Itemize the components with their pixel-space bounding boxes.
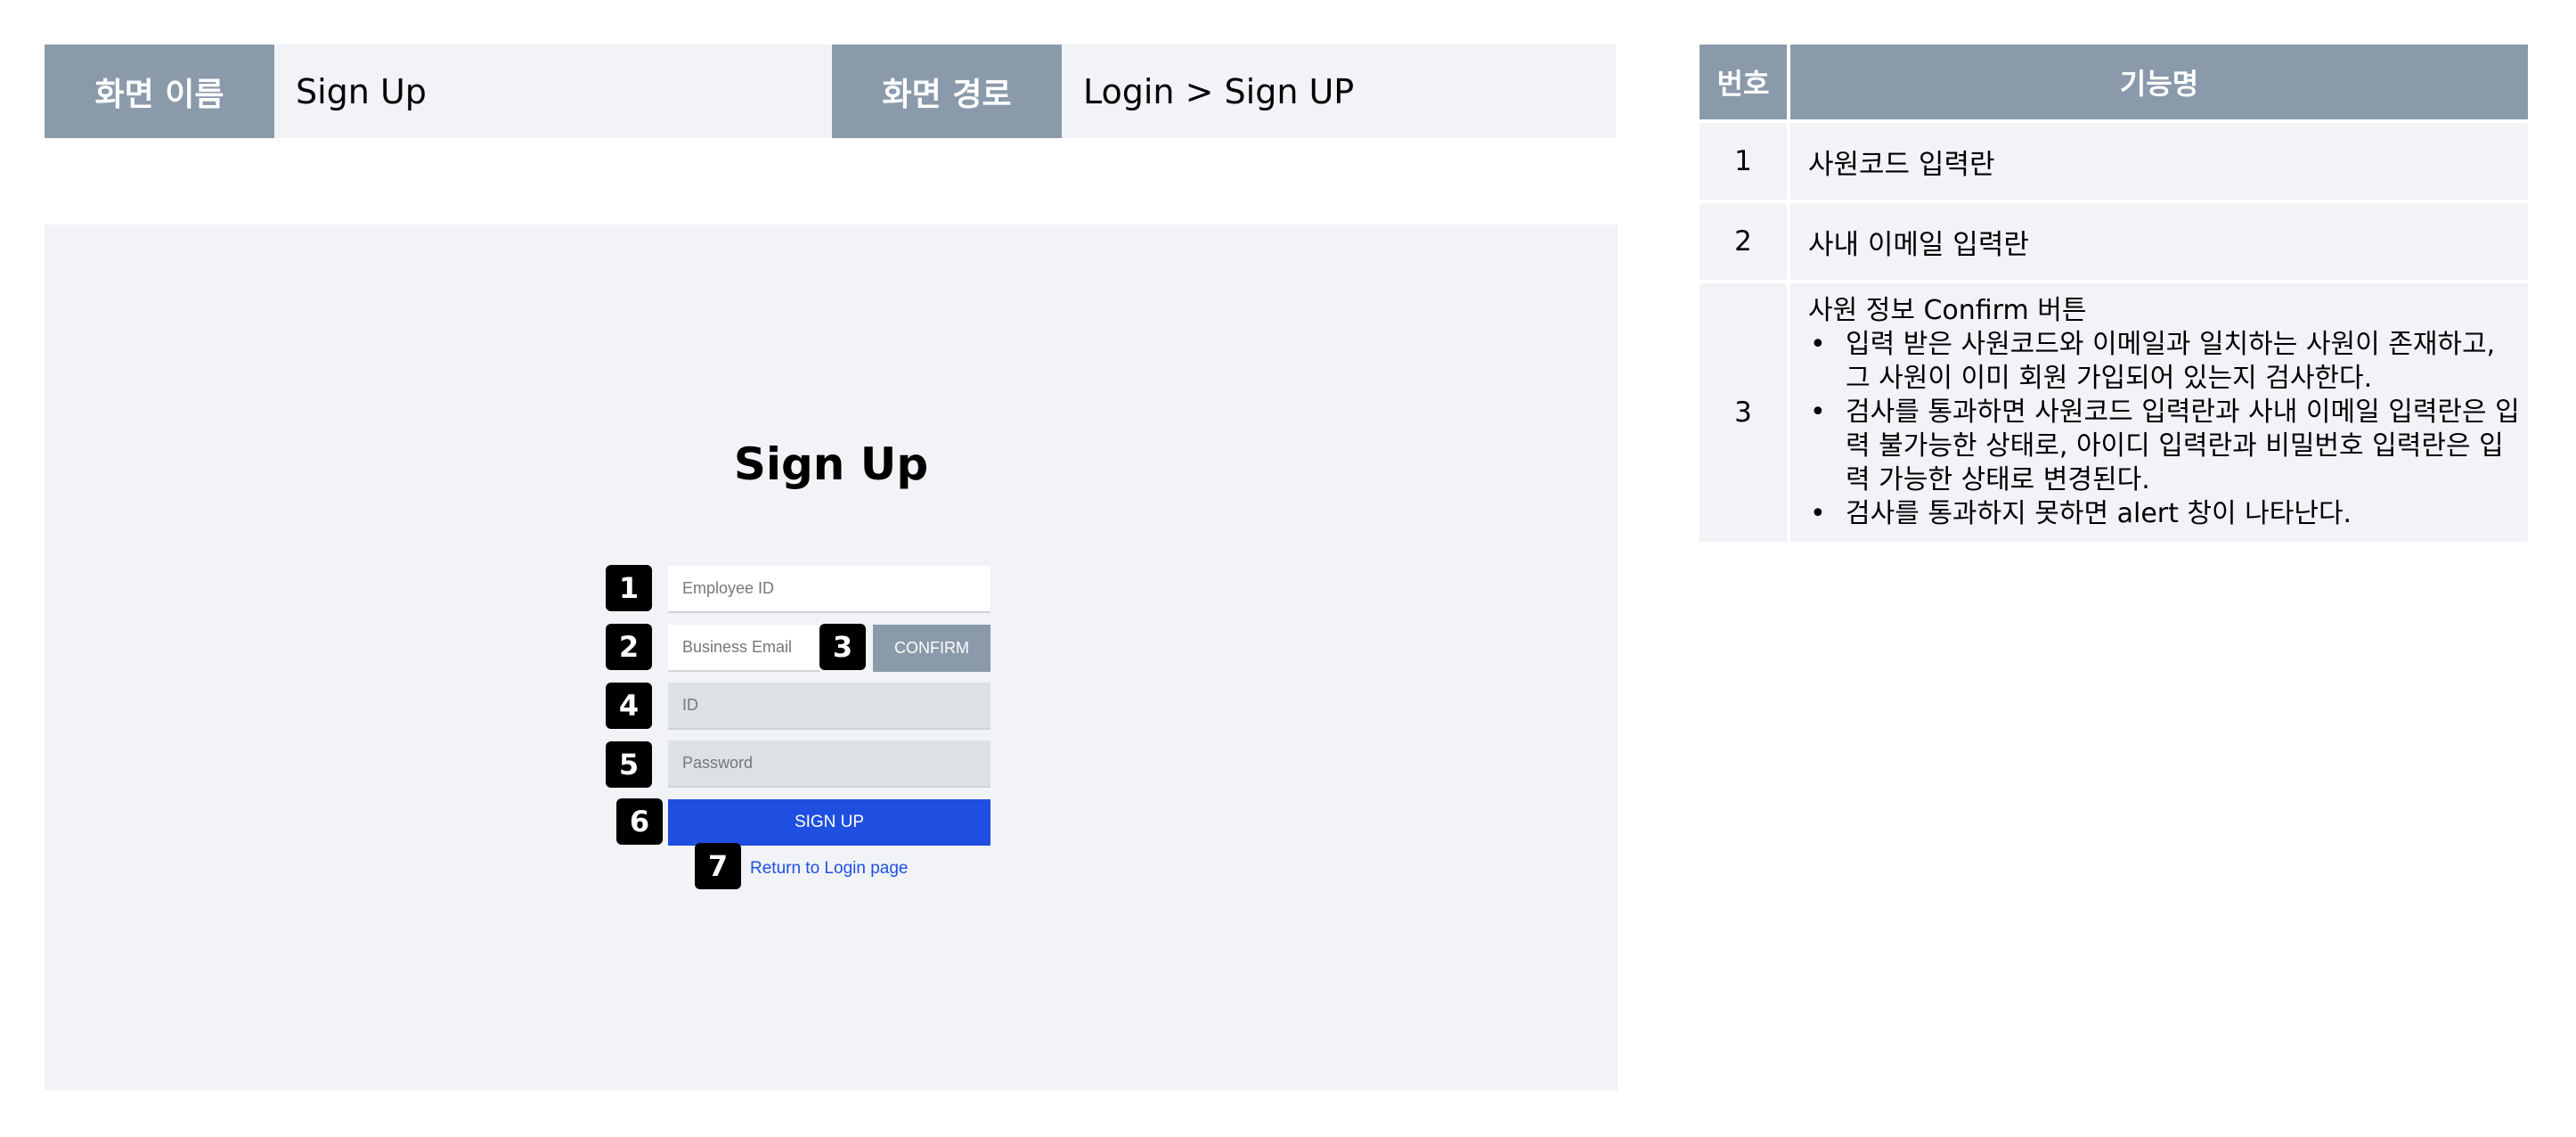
marker-7: 7 — [695, 843, 741, 889]
screen-name-value: Sign Up — [274, 45, 832, 138]
description-bullet: 검사를 통과하지 못하면 alert 창이 나타난다. — [1808, 497, 2528, 531]
row-function-description: 사원 정보 Confirm 버튼 입력 받은 사원코드와 이메일과 일치하는 사… — [1790, 283, 2528, 542]
marker-4: 4 — [606, 683, 652, 729]
marker-3: 3 — [819, 624, 866, 670]
col-header-number: 번호 — [1700, 45, 1787, 119]
id-input[interactable]: ID — [668, 683, 990, 730]
table-row: 3 사원 정보 Confirm 버튼 입력 받은 사원코드와 이메일과 일치하는… — [1700, 283, 2528, 542]
table-header: 번호 기능명 — [1700, 45, 2528, 119]
row-function-name: 사원코드 입력란 — [1790, 123, 2528, 200]
signup-mockup-canvas: Sign Up Employee ID Business Email CONFI… — [45, 225, 1618, 1091]
business-email-input[interactable]: Business Email — [668, 625, 819, 672]
row-number: 3 — [1700, 283, 1787, 542]
marker-6: 6 — [616, 798, 663, 845]
signup-button[interactable]: SIGN UP — [668, 799, 990, 846]
table-row: 1 사원코드 입력란 — [1700, 123, 2528, 200]
row-number: 2 — [1700, 203, 1787, 280]
description-bullets: 입력 받은 사원코드와 이메일과 일치하는 사원이 존재하고, 그 사원이 이미… — [1808, 328, 2528, 531]
marker-5: 5 — [606, 741, 652, 788]
description-bullet: 검사를 통과하면 사원코드 입력란과 사내 이메일 입력란은 입력 불가능한 상… — [1808, 396, 2528, 497]
employee-id-input[interactable]: Employee ID — [668, 566, 990, 613]
marker-1: 1 — [606, 565, 652, 611]
description-bullet: 입력 받은 사원코드와 이메일과 일치하는 사원이 존재하고, 그 사원이 이미… — [1808, 328, 2528, 396]
row-number: 1 — [1700, 123, 1787, 200]
screen-path-value: Login > Sign UP — [1062, 45, 1616, 138]
signup-title: Sign Up — [733, 438, 929, 490]
confirm-button[interactable]: CONFIRM — [873, 625, 990, 672]
col-header-function-name: 기능명 — [1790, 45, 2528, 119]
screen-name-label: 화면 이름 — [45, 45, 274, 138]
row-function-name: 사내 이메일 입력란 — [1790, 203, 2528, 280]
table-row: 2 사내 이메일 입력란 — [1700, 203, 2528, 280]
screen-path-label: 화면 경로 — [832, 45, 1062, 138]
marker-2: 2 — [606, 624, 652, 670]
password-input[interactable]: Password — [668, 740, 990, 788]
return-to-login-link[interactable]: Return to Login page — [750, 855, 908, 882]
row-function-name: 사원 정보 Confirm 버튼 — [1808, 295, 2087, 326]
function-table: 번호 기능명 1 사원코드 입력란 2 사내 이메일 입력란 3 사원 정보 C… — [1700, 45, 2528, 542]
